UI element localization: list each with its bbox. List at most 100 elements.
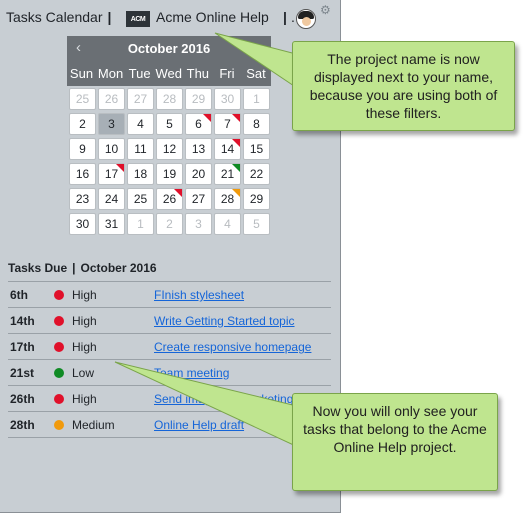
- acme-logo-icon: ACM: [126, 11, 150, 27]
- calendar-day[interactable]: 23: [69, 188, 96, 210]
- task-priority: High: [72, 340, 97, 354]
- priority-dot-icon: [54, 394, 64, 404]
- calendar-day[interactable]: 8: [243, 113, 270, 135]
- calendar-day-label: 18: [133, 167, 148, 181]
- weekday-label: Tue: [128, 66, 151, 81]
- task-row: 17th High Create responsive homepage: [8, 334, 331, 360]
- calendar-day[interactable]: 26: [98, 88, 125, 110]
- next-month-button[interactable]: ›: [257, 39, 262, 56]
- calendar-day[interactable]: 28: [214, 188, 241, 210]
- calendar-day[interactable]: 31: [98, 213, 125, 235]
- task-flag-icon: [203, 114, 211, 122]
- calendar-day[interactable]: 24: [98, 188, 125, 210]
- calendar-day[interactable]: 15: [243, 138, 270, 160]
- calendar-day[interactable]: 4: [127, 113, 154, 135]
- calendar-day[interactable]: 21: [214, 163, 241, 185]
- task-flag-icon: [232, 164, 240, 172]
- calendar-day[interactable]: 17: [98, 163, 125, 185]
- tasks-due-label: Tasks Due: [8, 261, 68, 275]
- task-priority: Medium: [72, 418, 115, 432]
- task-priority: High: [72, 288, 97, 302]
- calendar-day-label: 3: [108, 117, 115, 131]
- calendar-day[interactable]: 5: [243, 213, 270, 235]
- task-due-date: 6th: [10, 288, 28, 302]
- calendar-day-label: 12: [162, 142, 177, 156]
- calendar-day[interactable]: 20: [185, 163, 212, 185]
- calendar-day[interactable]: 30: [69, 213, 96, 235]
- calendar-day-label: 5: [166, 117, 173, 131]
- calendar-day[interactable]: 19: [156, 163, 183, 185]
- calendar-day[interactable]: 2: [156, 213, 183, 235]
- task-due-date: 21st: [10, 366, 35, 380]
- calendar-day-label: 4: [137, 117, 144, 131]
- priority-dot-icon: [54, 342, 64, 352]
- task-link[interactable]: Online Help draft: [154, 418, 244, 432]
- gear-icon[interactable]: ⚙: [320, 3, 331, 17]
- calendar-day-label: 27: [133, 92, 148, 106]
- tasks-calendar-panel: Tasks Calendar | ACM Acme Online Help | .…: [0, 0, 341, 513]
- calendar-day[interactable]: 29: [185, 88, 212, 110]
- calendar-day[interactable]: 11: [127, 138, 154, 160]
- task-link[interactable]: Create responsive homepage: [154, 340, 311, 354]
- top-callout-text: The project name is now displayed next t…: [309, 51, 498, 121]
- task-link[interactable]: Write Getting Started topic: [154, 314, 295, 328]
- calendar-day[interactable]: 9: [69, 138, 96, 160]
- calendar-day-label: 5: [253, 217, 260, 231]
- task-priority: Low: [72, 366, 95, 380]
- calendar-day[interactable]: 7: [214, 113, 241, 135]
- task-row: 26th High Send images to marketing: [8, 386, 331, 412]
- calendar-day[interactable]: 29: [243, 188, 270, 210]
- calendar-day[interactable]: 2: [69, 113, 96, 135]
- user-avatar[interactable]: [296, 9, 316, 29]
- calendar-day[interactable]: 27: [185, 188, 212, 210]
- calendar-day[interactable]: 3: [185, 213, 212, 235]
- calendar-day-label: 1: [253, 92, 260, 106]
- calendar-day[interactable]: 22: [243, 163, 270, 185]
- calendar-day[interactable]: 25: [127, 188, 154, 210]
- header-separator-2: |: [283, 9, 287, 25]
- task-flag-icon: [232, 139, 240, 147]
- calendar-day-label: 4: [224, 217, 231, 231]
- task-row: 14th High Write Getting Started topic: [8, 308, 331, 334]
- calendar-day[interactable]: 12: [156, 138, 183, 160]
- calendar-day[interactable]: 1: [127, 213, 154, 235]
- calendar-day[interactable]: 5: [156, 113, 183, 135]
- calendar-day[interactable]: 26: [156, 188, 183, 210]
- calendar-day-label: 9: [79, 142, 86, 156]
- calendar-day[interactable]: 3: [98, 113, 125, 135]
- calendar-day[interactable]: 6: [185, 113, 212, 135]
- calendar-day[interactable]: 28: [156, 88, 183, 110]
- task-priority: High: [72, 392, 97, 406]
- calendar-day-label: 25: [133, 192, 148, 206]
- calendar-day[interactable]: 27: [127, 88, 154, 110]
- calendar-day-grid: 25 26 27 28 29 30 1 2 3 4 5 6 7 8 9 10 11 12 13 14 15 16 17 18 1…: [67, 86, 271, 235]
- project-filter-name[interactable]: Acme Online Help: [156, 9, 269, 25]
- calendar-day[interactable]: 14: [214, 138, 241, 160]
- calendar-day-label: 7: [224, 117, 231, 131]
- calendar-widget: ‹ October 2016 › Sun Mon Tue Wed Thu Fri…: [67, 36, 271, 235]
- calendar-day[interactable]: 10: [98, 138, 125, 160]
- calendar-day-label: 2: [79, 117, 86, 131]
- calendar-day-label: 1: [137, 217, 144, 231]
- task-due-date: 26th: [10, 392, 35, 406]
- calendar-day[interactable]: 13: [185, 138, 212, 160]
- calendar-day-label: 22: [249, 167, 264, 181]
- task-link[interactable]: Team meeting: [154, 366, 229, 380]
- priority-dot-icon: [54, 290, 64, 300]
- calendar-day[interactable]: 25: [69, 88, 96, 110]
- calendar-day[interactable]: 1: [243, 88, 270, 110]
- calendar-day[interactable]: 4: [214, 213, 241, 235]
- task-link[interactable]: FInish stylesheet: [154, 288, 244, 302]
- calendar-day[interactable]: 18: [127, 163, 154, 185]
- priority-dot-icon: [54, 420, 64, 430]
- task-due-date: 28th: [10, 418, 35, 432]
- more-indicator: .: [291, 9, 295, 25]
- weekday-header: Sun Mon Tue Wed Thu Fri Sat: [67, 62, 271, 86]
- avatar-face: [302, 17, 311, 26]
- calendar-day[interactable]: 30: [214, 88, 241, 110]
- calendar-day[interactable]: 16: [69, 163, 96, 185]
- task-link[interactable]: Send images to marketing: [154, 392, 293, 406]
- task-flag-icon: [232, 189, 240, 197]
- weekday-label: Thu: [186, 66, 210, 81]
- panel-header: Tasks Calendar |: [6, 9, 116, 25]
